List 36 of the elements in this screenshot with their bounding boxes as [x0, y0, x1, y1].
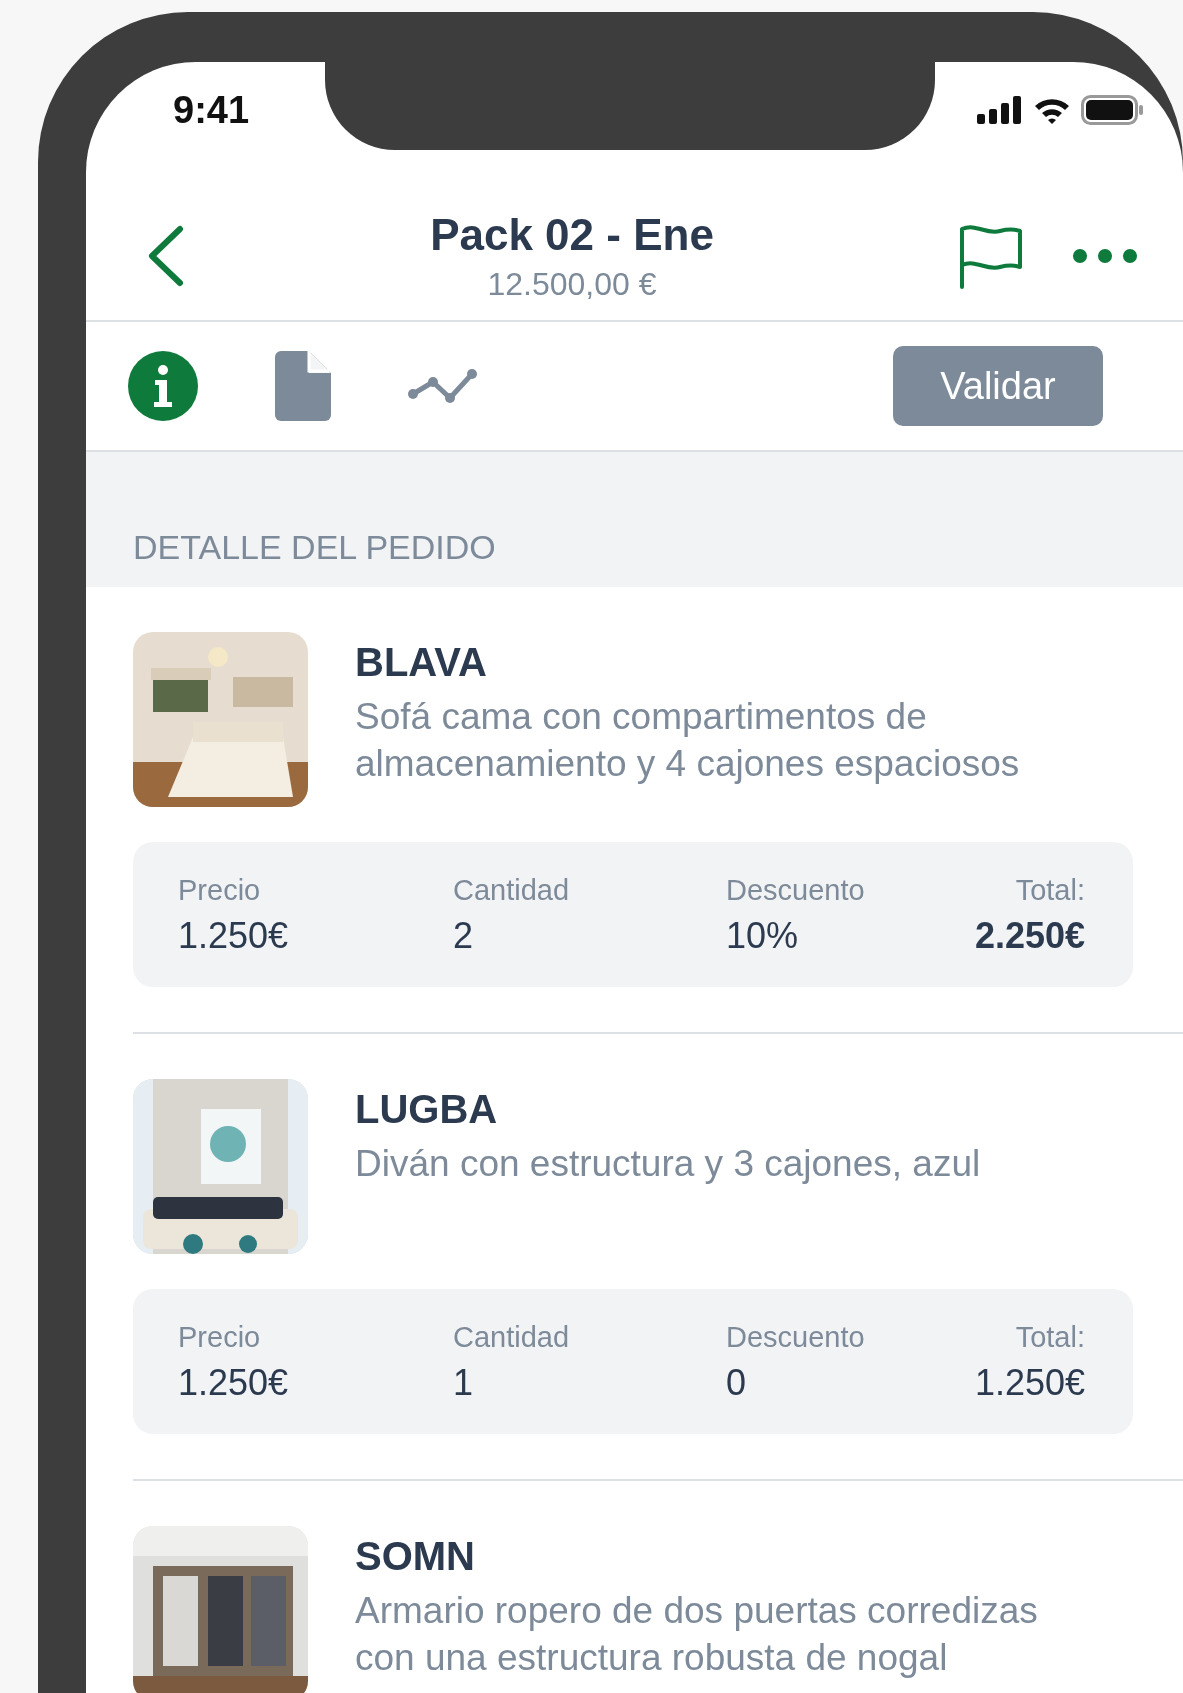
back-icon[interactable]: [146, 225, 186, 287]
stat-label: Cantidad: [453, 1321, 570, 1354]
stat-label: Total:: [1015, 1321, 1085, 1354]
product-name: LUGBA: [355, 1087, 499, 1132]
stat-label: Cantidad: [453, 874, 570, 907]
stat-value: 2.250€: [974, 915, 1085, 957]
document-icon: [275, 351, 331, 421]
wifi-icon: [1033, 96, 1071, 124]
page-subtitle: 12.500,00 €: [487, 265, 657, 303]
more-icon[interactable]: [1072, 248, 1138, 264]
stat-label: Total:: [1015, 874, 1085, 907]
info-icon: [128, 351, 198, 421]
stat-label: Descuento: [726, 874, 865, 907]
stat-label: Precio: [178, 874, 261, 907]
stat-value: 1: [453, 1362, 474, 1404]
product-name: BLAVA: [355, 640, 488, 685]
product-description: Sofá cama con compartimentos de almacenamiento y 4 cajones espaciosos: [355, 695, 1021, 786]
stat-value: 1.250€: [178, 915, 289, 957]
flag-icon[interactable]: [958, 223, 1024, 289]
signal-icon: [977, 96, 1023, 124]
stat-label: Descuento: [726, 1321, 865, 1354]
product-name: SOMN: [355, 1534, 476, 1579]
status-time: 9:41: [173, 88, 250, 132]
line-chart-icon: [408, 366, 478, 406]
stat-label: Precio: [178, 1321, 261, 1354]
page-title: Pack 02 - Ene: [430, 209, 714, 260]
section-title: DETALLE DEL PEDIDO: [133, 528, 496, 567]
stat-value: 0: [726, 1362, 747, 1404]
stat-value: 10%: [726, 915, 799, 957]
product-description: Armario ropero de dos puertas corredizas con una estructura robusta de nogal: [355, 1589, 1039, 1680]
validate-button[interactable]: Validar: [893, 346, 1103, 426]
stat-value: 1.250€: [974, 1362, 1085, 1404]
battery-icon: [1081, 95, 1143, 125]
stat-value: 2: [453, 915, 474, 957]
stat-value: 1.250€: [178, 1362, 289, 1404]
product-description: Diván con estructura y 3 cajones, azul: [355, 1142, 981, 1186]
